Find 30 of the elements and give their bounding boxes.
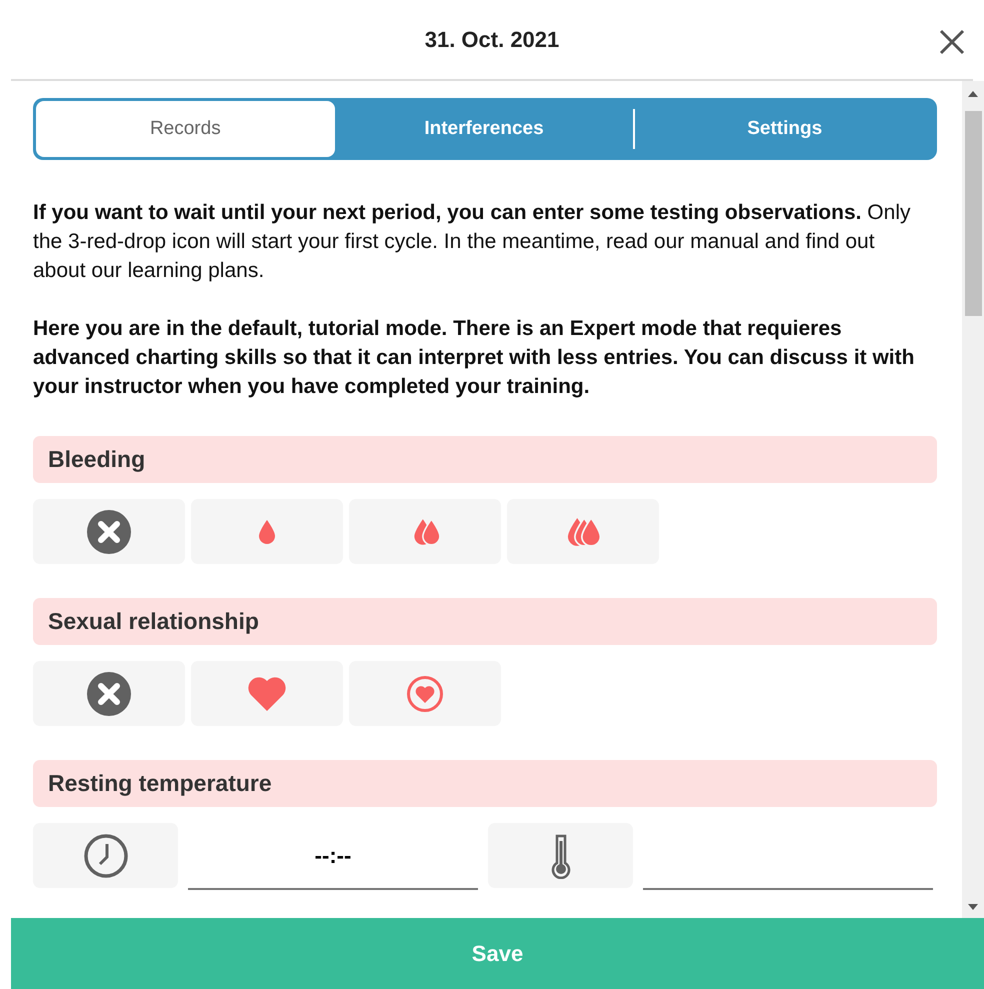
section-header: Bleeding [33,436,937,483]
tab[interactable]: Interferences [334,101,634,157]
heart-icon [247,676,287,712]
tab[interactable]: Records [36,101,335,157]
temperature-button[interactable] [488,823,633,888]
scroll-thumb[interactable] [964,111,982,316]
option-button[interactable] [349,499,501,564]
cancel-icon [87,672,131,716]
section-header: Resting temperature [33,760,937,807]
tab[interactable]: Settings [635,101,934,157]
cancel-icon [87,510,131,554]
intro-paragraph: Here you are in the default, tutorial mode. There is an Expert mode that requieres advanced charting skills so that it can interpret with less entries. You can discuss it with your instructor when you have completed your training. [33,316,916,400]
scroll-down-icon[interactable] [968,904,978,910]
clock-icon [82,832,128,878]
scrollbar[interactable] [962,81,984,918]
option-button[interactable] [33,499,185,564]
save-button[interactable]: Save [11,918,984,989]
close-icon[interactable] [939,29,965,55]
dialog-title: 31. Oct. 2021 [424,26,560,52]
time-button[interactable] [33,823,178,888]
heart-circle-icon [406,674,444,712]
intro-paragraph: If you want to wait until your next period, you can enter some testing observations. Only the 3-red-drop icon will start your first cycle. In the meantime, read our manual and find out about our learning plans. [33,200,912,284]
option-button[interactable] [507,499,659,564]
option-button[interactable] [191,499,343,564]
option-button[interactable] [191,661,343,726]
option-button[interactable] [349,661,501,726]
thermometer-icon [548,832,572,878]
section-header: Sexual relationship [33,598,937,645]
option-button[interactable] [33,661,185,726]
scroll-up-icon[interactable] [968,91,978,97]
